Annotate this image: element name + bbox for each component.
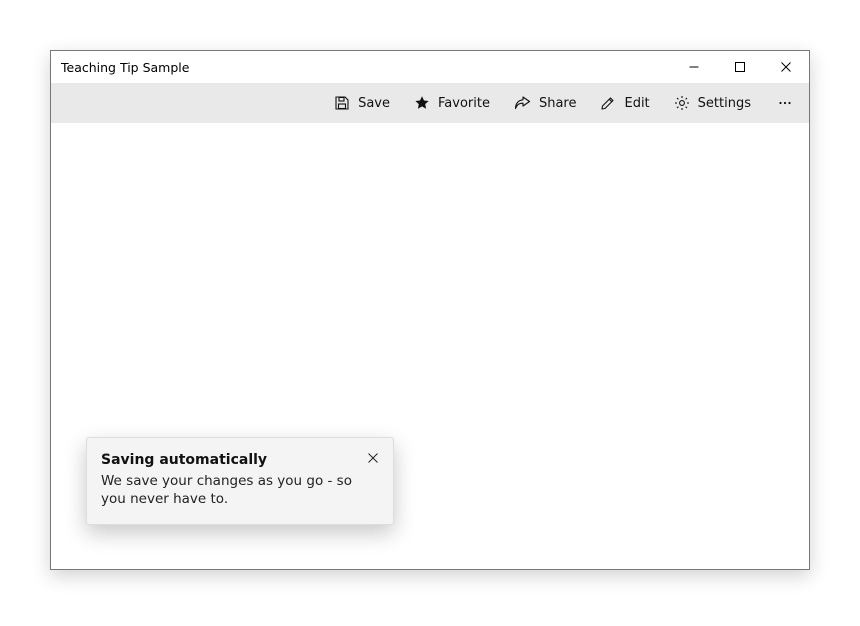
- close-icon: [781, 62, 791, 72]
- more-icon: [777, 95, 793, 111]
- close-button[interactable]: [763, 51, 809, 83]
- settings-button[interactable]: Settings: [664, 85, 761, 121]
- save-button[interactable]: Save: [324, 85, 400, 121]
- window-title: Teaching Tip Sample: [61, 60, 189, 75]
- teaching-tip-title: Saving automatically: [101, 452, 379, 468]
- edit-label: Edit: [624, 96, 649, 111]
- command-bar: Save Favorite Share: [51, 83, 809, 123]
- share-label: Share: [539, 96, 577, 111]
- edit-icon: [600, 95, 616, 111]
- save-icon: [334, 95, 350, 111]
- save-label: Save: [358, 96, 390, 111]
- window-controls: [671, 51, 809, 83]
- share-icon: [514, 95, 531, 111]
- share-button[interactable]: Share: [504, 85, 587, 121]
- minimize-icon: [689, 62, 699, 72]
- gear-icon: [674, 95, 690, 111]
- teaching-tip: Saving automatically We save your change…: [86, 437, 394, 525]
- star-icon: [414, 95, 430, 111]
- more-button[interactable]: [765, 85, 805, 121]
- settings-label: Settings: [698, 96, 751, 111]
- maximize-button[interactable]: [717, 51, 763, 83]
- minimize-button[interactable]: [671, 51, 717, 83]
- close-icon: [368, 453, 378, 463]
- maximize-icon: [735, 62, 745, 72]
- favorite-label: Favorite: [438, 96, 490, 111]
- teaching-tip-body: We save your changes as you go - so you …: [101, 472, 379, 508]
- teaching-tip-close-button[interactable]: [361, 446, 385, 470]
- edit-button[interactable]: Edit: [590, 85, 659, 121]
- titlebar: Teaching Tip Sample: [51, 51, 809, 83]
- favorite-button[interactable]: Favorite: [404, 85, 500, 121]
